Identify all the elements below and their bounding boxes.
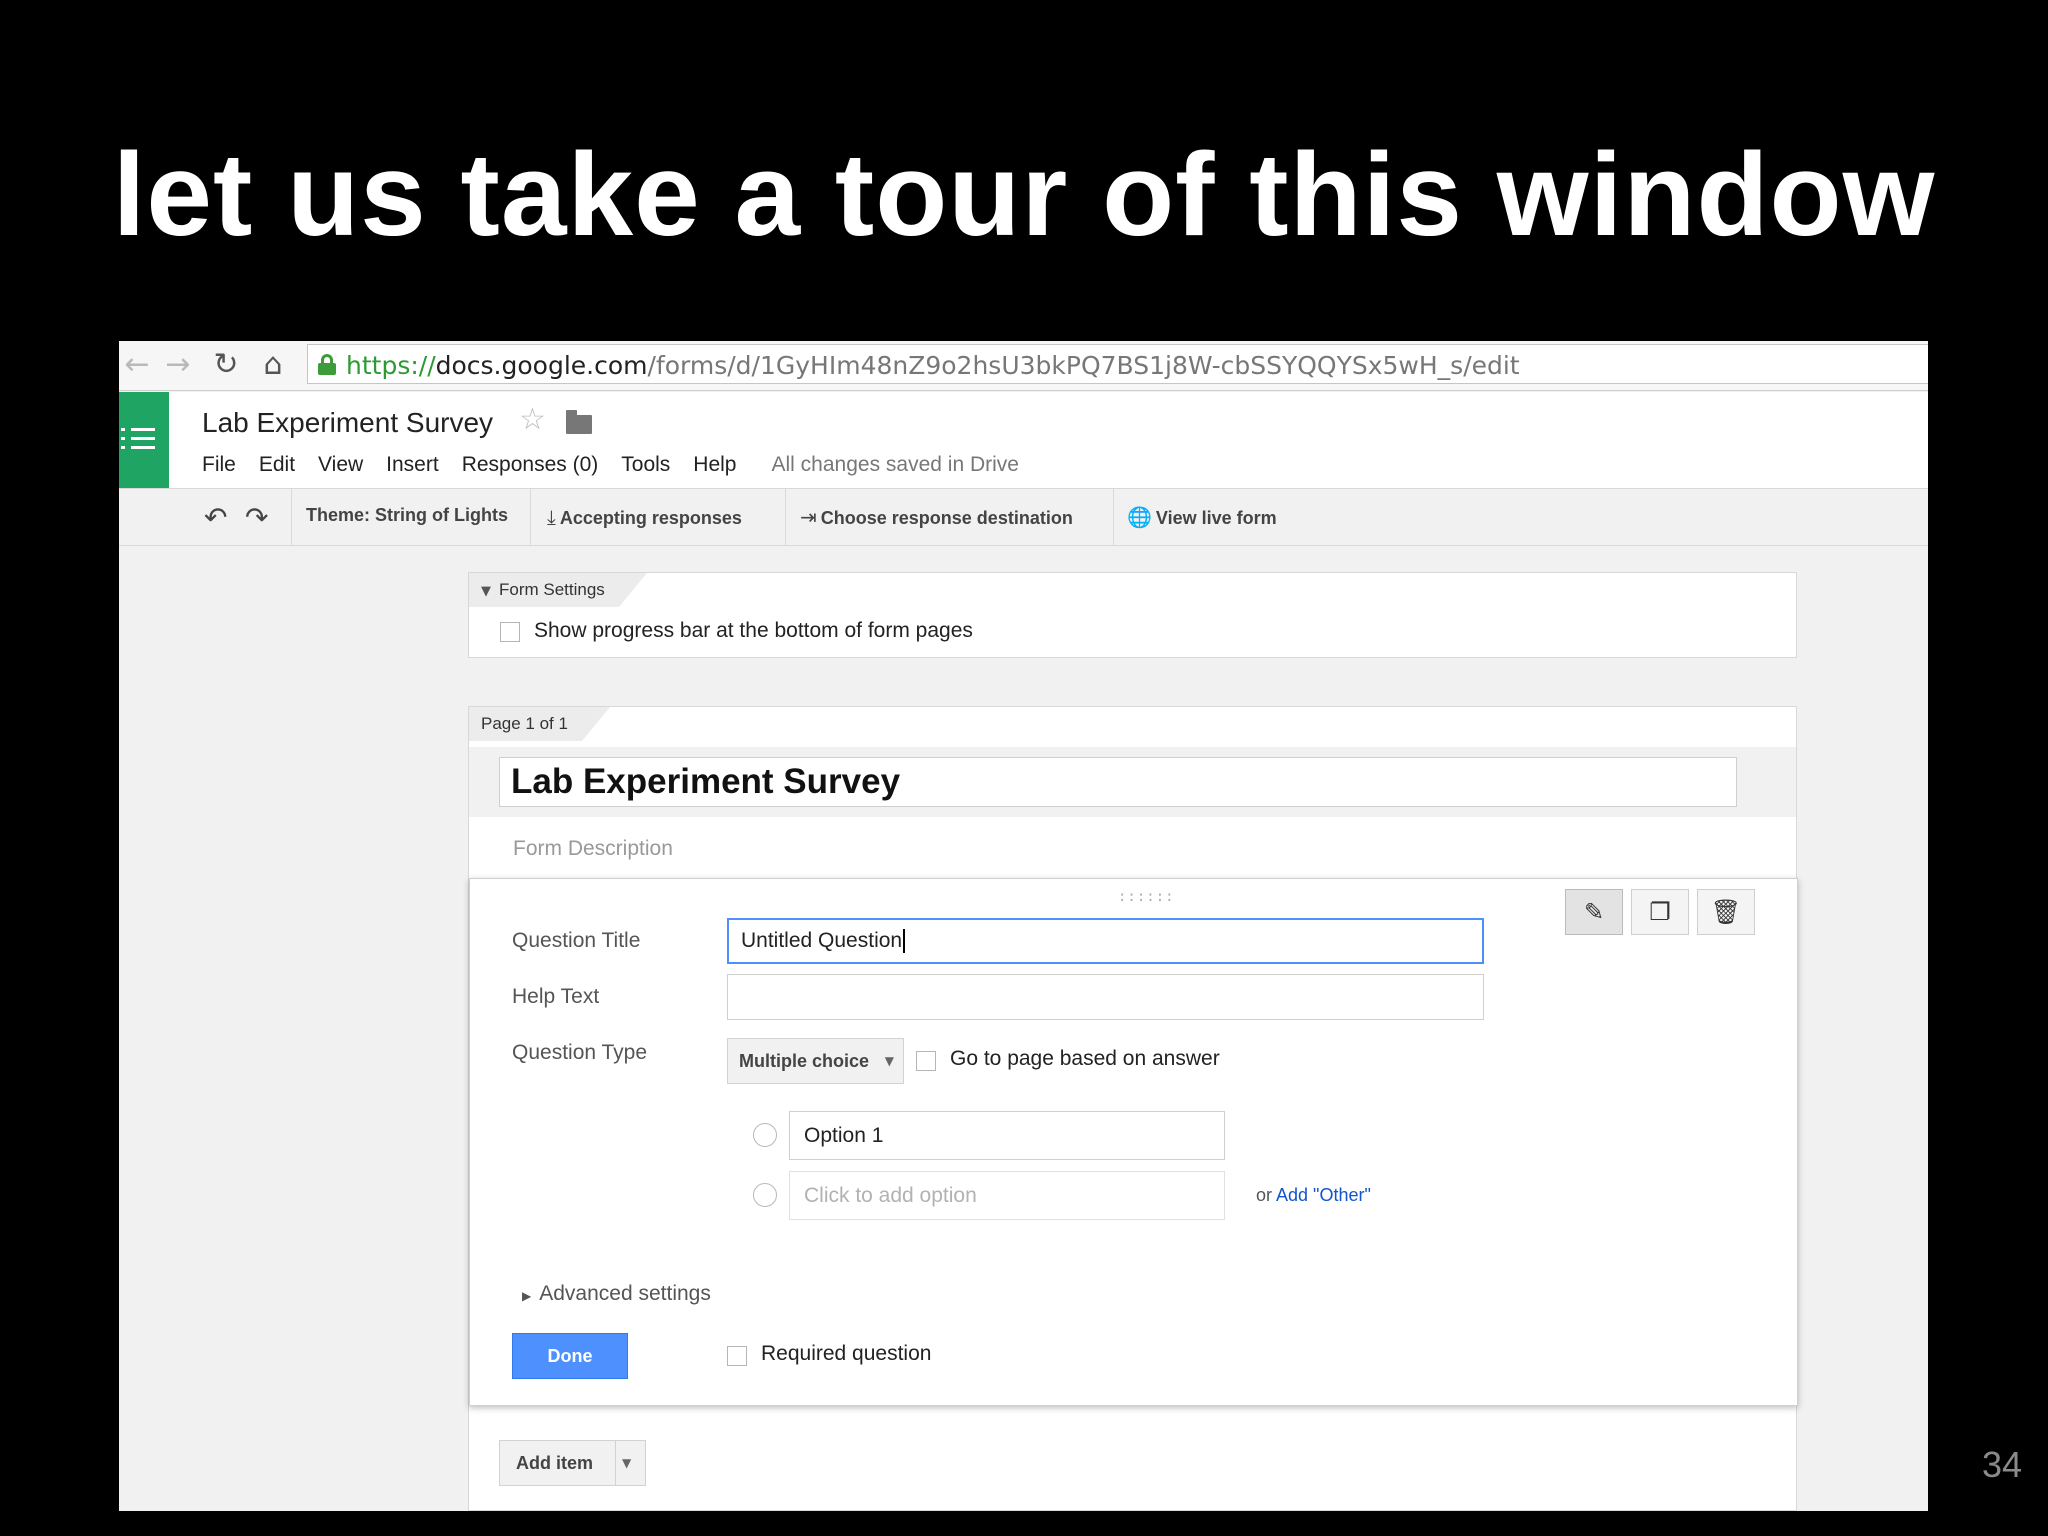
- question-title-label: Question Title: [512, 929, 641, 952]
- chevron-down-icon[interactable]: ▼: [622, 1441, 631, 1485]
- menu-edit[interactable]: Edit: [259, 453, 295, 477]
- app-header: Lab Experiment Survey ☆ File Edit View Inse…: [119, 392, 1928, 488]
- url-input[interactable]: https://docs.google.com/forms/d/1GyHIm48…: [307, 344, 1928, 384]
- drag-handle-icon[interactable]: ::::::: [1118, 889, 1175, 905]
- forms-menu-icon[interactable]: [119, 392, 169, 488]
- help-text-input[interactable]: [727, 974, 1484, 1020]
- form-settings-panel: ▼ Form Settings Show progress bar at the …: [468, 572, 1797, 658]
- question-editor: :::::: ✎ ❐ 🗑 Question Title Untitled Que…: [469, 878, 1798, 1406]
- question-type-label: Question Type: [512, 1041, 648, 1064]
- menu-file[interactable]: File: [202, 453, 236, 477]
- add-option-radio: [753, 1183, 777, 1207]
- progress-bar-label: Show progress bar at the bottom of form …: [534, 619, 973, 642]
- menu-view[interactable]: View: [318, 453, 363, 477]
- question-type-select[interactable]: Multiple choice ▼: [727, 1038, 904, 1084]
- globe-icon: 🌐: [1127, 505, 1152, 529]
- slide-title: let us take a tour of this window: [112, 129, 1936, 261]
- option-radio: [753, 1123, 777, 1147]
- trash-icon[interactable]: 🗑: [1697, 889, 1755, 935]
- folder-icon[interactable]: [566, 410, 592, 434]
- response-destination-button[interactable]: ⇥ Choose response destination: [800, 505, 1073, 529]
- menu-bar: File Edit View Insert Responses (0) Tools Help…: [202, 453, 1019, 481]
- view-live-form-button[interactable]: 🌐 View live form: [1127, 505, 1277, 529]
- slide-number: 34: [1981, 1444, 2022, 1485]
- page-tab: Page 1 of 1: [469, 707, 610, 741]
- forward-icon[interactable]: →: [160, 347, 196, 383]
- menu-insert[interactable]: Insert: [386, 453, 439, 477]
- browser-address-bar: ← → ↻ ⌂ https://docs.google.com/forms/d/…: [119, 341, 1928, 391]
- required-question-checkbox[interactable]: [727, 1346, 747, 1366]
- question-title-input[interactable]: Untitled Question: [727, 918, 1484, 964]
- text-caret: [903, 929, 906, 954]
- go-to-page-label: Go to page based on answer: [950, 1047, 1220, 1070]
- go-to-page-checkbox[interactable]: [916, 1051, 936, 1071]
- accepting-responses-button[interactable]: ⤓ Accepting responses: [547, 505, 742, 529]
- menu-responses[interactable]: Responses (0): [462, 453, 599, 477]
- form-title-input[interactable]: Lab Experiment Survey: [499, 757, 1737, 807]
- chevron-down-icon: ▼: [884, 1054, 894, 1068]
- expand-triangle-icon: ▶: [522, 1289, 532, 1303]
- collapse-triangle-icon: ▼: [481, 584, 491, 599]
- advanced-settings-toggle[interactable]: ▶ Advanced settings: [522, 1282, 711, 1306]
- add-item-button[interactable]: Add item ▼: [499, 1440, 646, 1486]
- browser-window: ← → ↻ ⌂ https://docs.google.com/forms/d/…: [119, 341, 1928, 1511]
- duplicate-icon[interactable]: ❐: [1631, 889, 1689, 935]
- toolbar: ↶ ↷ Theme: String of Lights ⤓ Accepting r…: [119, 488, 1928, 546]
- reload-icon[interactable]: ↻: [208, 347, 244, 383]
- menu-tools[interactable]: Tools: [621, 453, 670, 477]
- export-icon: ⇥: [800, 505, 817, 529]
- help-text-label: Help Text: [512, 985, 600, 1008]
- back-icon[interactable]: ←: [119, 347, 155, 383]
- url-text: https://docs.google.com/forms/d/1GyHIm48…: [346, 351, 1520, 380]
- add-option-input[interactable]: Click to add option: [789, 1171, 1225, 1220]
- required-question-label: Required question: [761, 1342, 932, 1365]
- home-icon[interactable]: ⌂: [255, 347, 291, 383]
- progress-bar-checkbox[interactable]: [500, 622, 520, 642]
- redo-icon[interactable]: ↷: [245, 501, 268, 534]
- add-other-link[interactable]: Add "Other": [1276, 1185, 1371, 1205]
- save-status: All changes saved in Drive: [771, 453, 1019, 476]
- add-other-text: or Add "Other": [1256, 1185, 1371, 1205]
- form-settings-tab[interactable]: ▼ Form Settings: [469, 573, 647, 607]
- form-page-card: Page 1 of 1 Lab Experiment Survey Form D…: [468, 706, 1798, 1511]
- theme-button[interactable]: Theme: String of Lights: [306, 505, 508, 526]
- menu-help[interactable]: Help: [693, 453, 736, 477]
- done-button[interactable]: Done: [512, 1333, 628, 1379]
- download-icon: ⤓: [547, 505, 556, 529]
- document-title[interactable]: Lab Experiment Survey: [202, 407, 493, 439]
- option-input[interactable]: Option 1: [789, 1111, 1225, 1160]
- form-description-input[interactable]: Form Description: [513, 837, 673, 861]
- edit-pencil-icon[interactable]: ✎: [1565, 889, 1623, 935]
- star-icon[interactable]: ☆: [519, 402, 546, 437]
- undo-icon[interactable]: ↶: [204, 501, 227, 534]
- lock-icon: [318, 354, 336, 375]
